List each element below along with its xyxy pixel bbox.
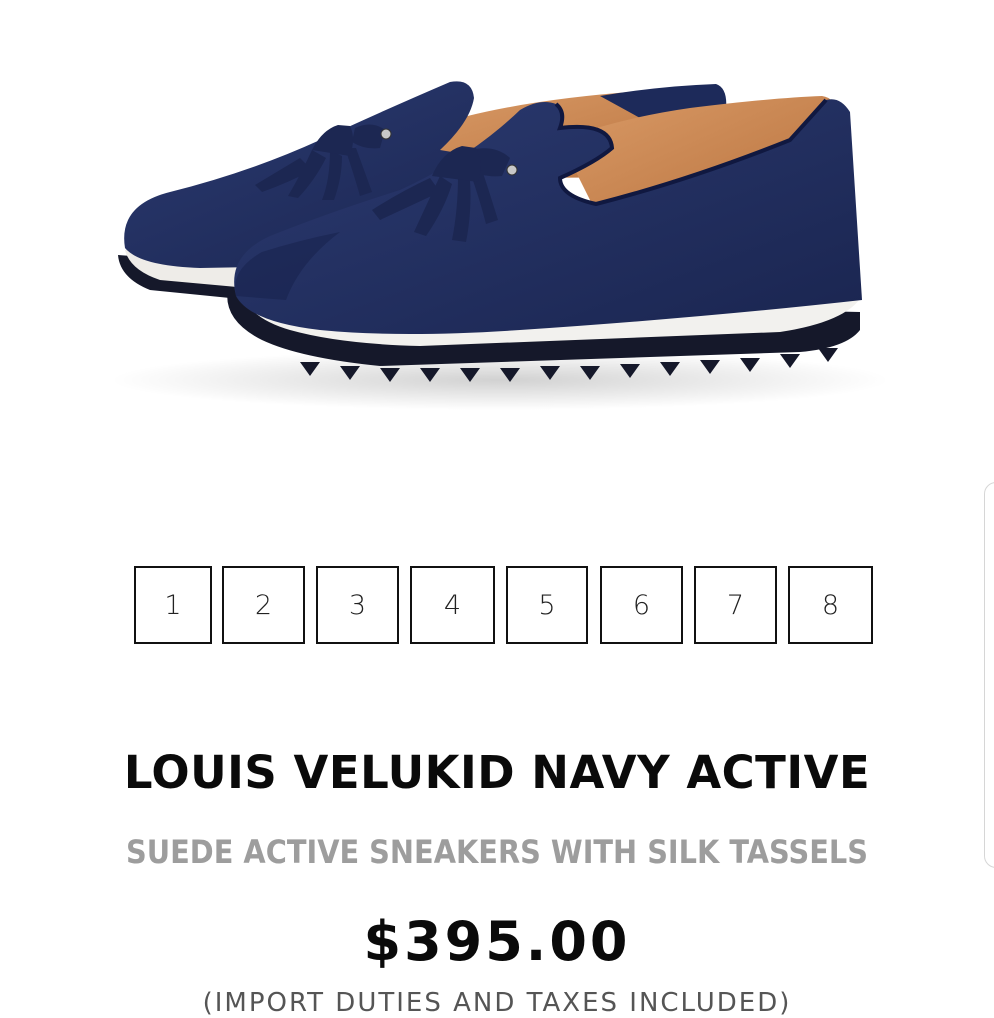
gallery-page-1[interactable]: 1: [134, 566, 212, 644]
gallery-page-8[interactable]: 8: [788, 566, 873, 644]
price-note: (IMPORT DUTIES AND TAXES INCLUDED): [202, 988, 792, 1018]
product-subtitle: SUEDE ACTIVE SNEAKERS WITH SILK TASSELS: [126, 833, 868, 871]
navy-suede-tassel-sneaker-icon: [110, 81, 890, 410]
gallery-page-4[interactable]: 4: [410, 566, 495, 644]
product-price: $395.00: [363, 910, 631, 973]
product-title: LOUIS VELUKID NAVY ACTIVE: [123, 746, 871, 799]
gallery-page-5[interactable]: 5: [506, 566, 588, 644]
product-image[interactable]: [0, 0, 994, 520]
side-drawer-handle[interactable]: [984, 482, 994, 868]
gallery-page-3[interactable]: 3: [316, 566, 399, 644]
gallery-page-2[interactable]: 2: [222, 566, 305, 644]
image-gallery-pager: 1 2 3 4 5 6 7 8: [0, 566, 994, 644]
gallery-page-6[interactable]: 6: [600, 566, 683, 644]
gallery-page-7[interactable]: 7: [694, 566, 777, 644]
